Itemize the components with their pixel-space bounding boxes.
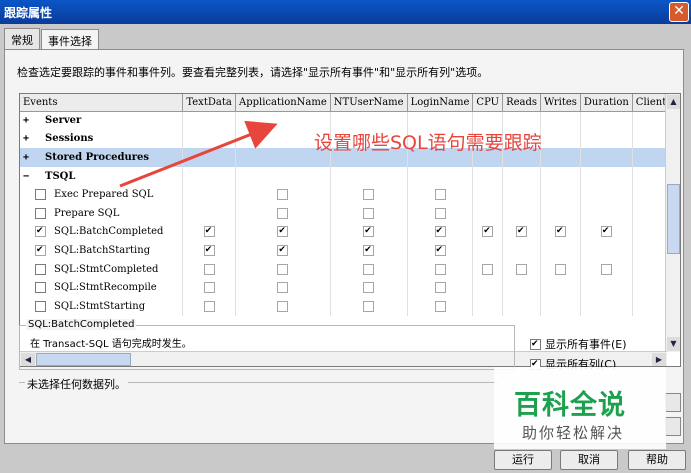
watermark-title: 百科全说 <box>514 390 626 421</box>
watermark: 百科全说 助你轻松解决 <box>494 367 666 449</box>
watermark-subtitle: 助你轻松解决 <box>522 424 625 442</box>
annotation-text: 设置哪些SQL语句需要跟踪 <box>314 132 542 154</box>
